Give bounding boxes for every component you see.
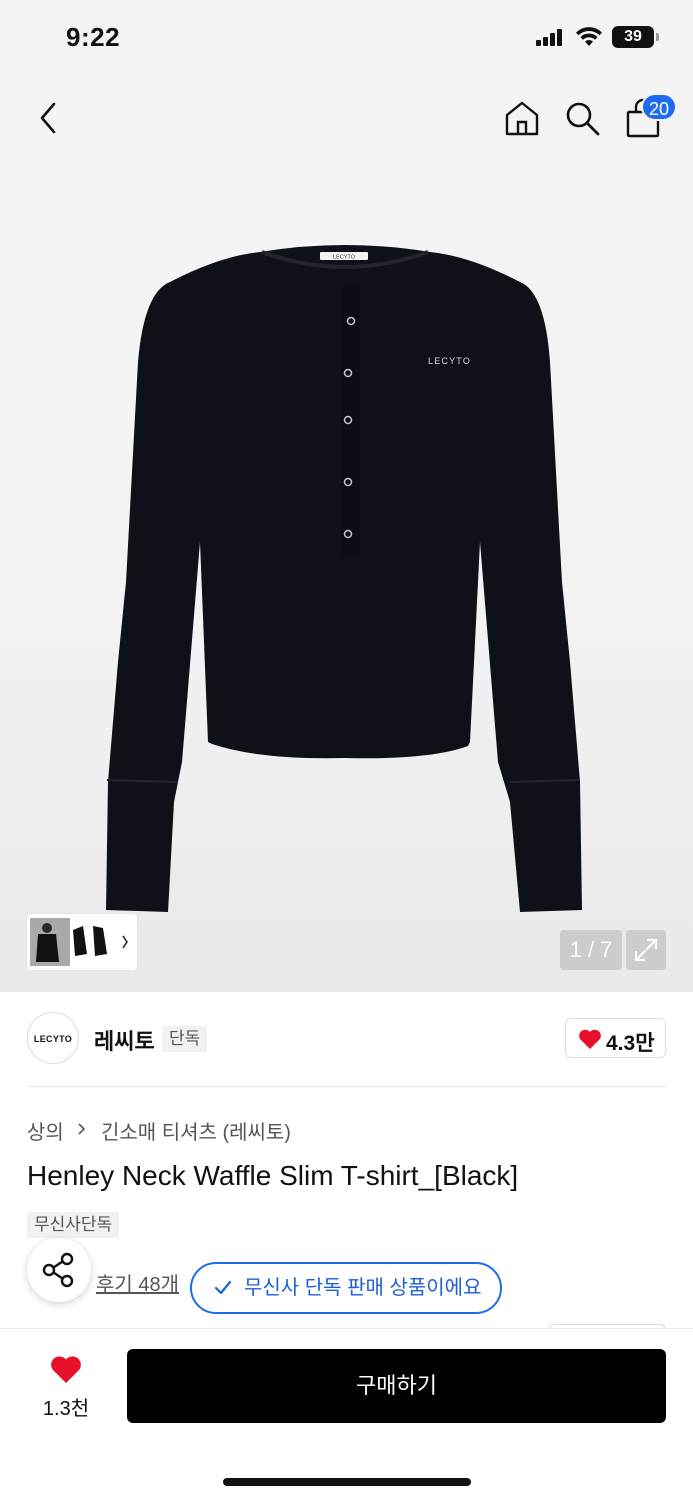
home-indicator [223,1478,471,1486]
share-button[interactable] [27,1238,91,1302]
breadcrumb: 상의 긴소매 티셔츠 (레씨토) [27,1116,291,1145]
exclusive-notice-pill[interactable]: 무신사 단독 판매 상품이에요 [190,1262,502,1314]
heart-icon [579,1029,601,1049]
product-title: Henley Neck Waffle Slim T-shirt_[Black] [27,1160,519,1191]
cart-count-badge: 20 [641,93,678,121]
brand-logo[interactable]: LECYTO [27,1012,79,1064]
expand-icon[interactable] [626,930,666,970]
wishlist-count: 1.3천 [42,1398,90,1420]
battery-indicator: 39 [612,26,659,48]
status-bar: 9:22 39 [0,0,693,72]
wifi-icon [576,27,602,46]
shirt-logo-text: LECYTO [428,356,471,366]
chevron-right-icon [78,1123,86,1135]
buy-button[interactable]: 구매하기 [127,1349,666,1423]
product-image[interactable]: LECYTO LECYTO [90,242,600,922]
brand-tag: 단독 [162,1026,208,1052]
thumbnail-images[interactable] [27,914,137,970]
back-arrow-icon[interactable] [30,96,66,140]
breadcrumb-category[interactable]: 상의 [27,1122,64,1144]
status-time: 9:22 [66,22,121,52]
image-counter: 1 / 7 [560,930,622,970]
thumbnail-strip[interactable] [27,914,137,970]
wishlist-button[interactable]: 1.3천 [30,1352,102,1422]
divider [27,1086,666,1087]
check-icon [214,1280,232,1295]
search-icon[interactable] [562,98,602,138]
brand-like-button[interactable]: 4.3만 [565,1018,666,1058]
exclusive-notice-text: 무신사 단독 판매 상품이에요 [244,1277,482,1299]
share-icon [42,1252,74,1288]
product-gallery[interactable]: 20 LECYTO LECYTO 1 / 7 [0,72,693,992]
neck-label-text: LECYTO [333,255,356,261]
cellular-signal-icon [536,28,566,46]
heart-icon [51,1356,81,1383]
breadcrumb-subcategory[interactable]: 긴소매 티셔츠 (레씨토) [101,1122,291,1144]
exclusive-badge: 무신사단독 [27,1212,120,1238]
review-link[interactable]: 후기 48개 [96,1268,179,1297]
home-icon[interactable] [502,98,542,138]
brand-like-count: 4.3만 [606,1032,655,1055]
brand-name[interactable]: 레씨토 [94,1024,155,1056]
